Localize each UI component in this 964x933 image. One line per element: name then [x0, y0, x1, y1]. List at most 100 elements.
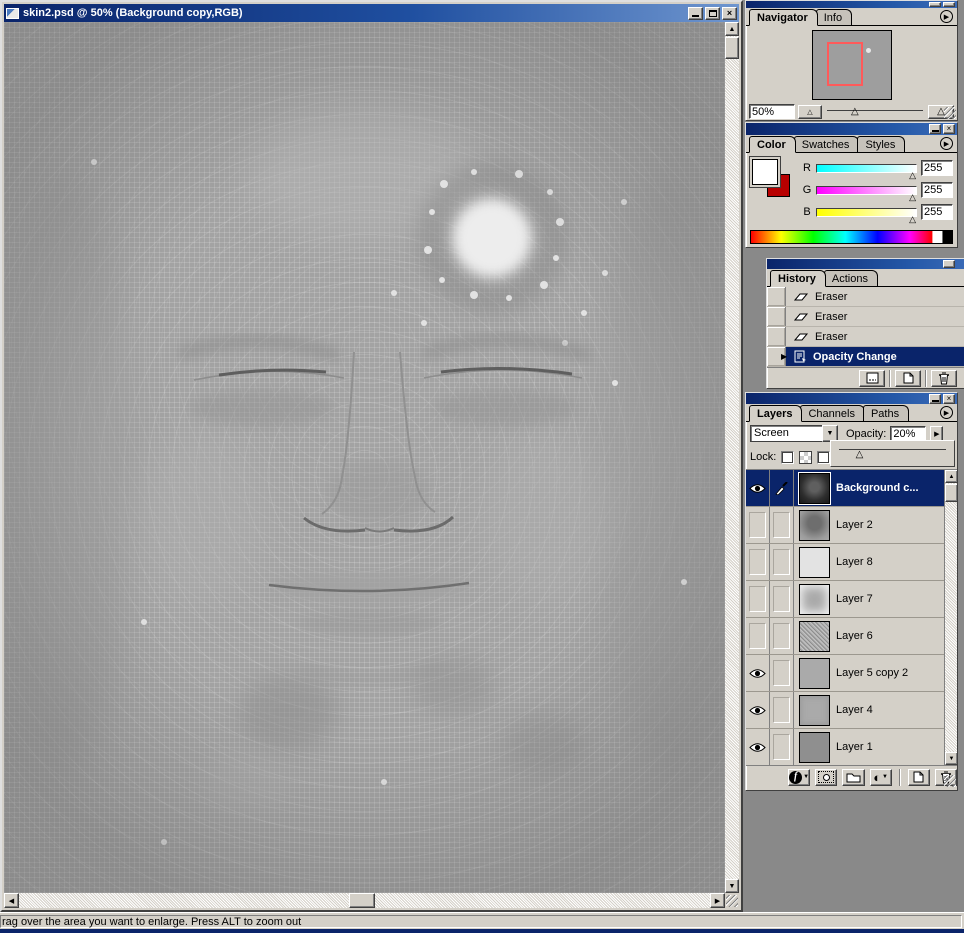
palette-minimize-button[interactable] [929, 394, 941, 404]
visibility-toggle[interactable] [746, 618, 770, 654]
blue-slider-thumb[interactable]: △ [909, 214, 916, 225]
tab-history[interactable]: History [770, 270, 826, 287]
visibility-toggle[interactable] [746, 729, 770, 765]
visibility-toggle[interactable] [746, 581, 770, 617]
palette-close-button[interactable]: × [943, 394, 955, 404]
link-cell[interactable] [770, 618, 794, 654]
adjustment-layer-button[interactable]: ◐▼ [870, 769, 892, 786]
tab-styles[interactable]: Styles [857, 136, 905, 152]
vertical-scroll-thumb[interactable] [725, 37, 739, 59]
green-slider[interactable]: △ [816, 186, 917, 195]
delete-state-button[interactable] [931, 370, 957, 387]
lock-image-checkbox[interactable] [817, 451, 830, 464]
history-state[interactable]: Eraser [767, 327, 964, 347]
layers-scrollbar[interactable]: ▲ ▼ [944, 470, 957, 765]
horizontal-scrollbar[interactable]: ◀ ▶ [4, 893, 725, 908]
link-cell[interactable] [770, 507, 794, 543]
link-cell[interactable] [770, 470, 794, 506]
layers-titlebar[interactable]: × [746, 393, 957, 404]
link-cell[interactable] [770, 544, 794, 580]
link-cell[interactable] [770, 692, 794, 728]
navigator-preview[interactable] [812, 30, 892, 100]
link-cell[interactable] [770, 581, 794, 617]
scroll-left-button[interactable]: ◀ [4, 893, 19, 908]
layer-name[interactable]: Layer 6 [836, 630, 873, 642]
layer-thumbnail[interactable] [799, 584, 830, 615]
horizontal-scroll-thumb[interactable] [349, 893, 375, 908]
scroll-down-button[interactable]: ▼ [945, 752, 957, 765]
new-snapshot-button[interactable] [895, 370, 921, 387]
history-state-selected[interactable]: ▶ Opacity Change [767, 347, 964, 367]
layer-row-layer2[interactable]: Layer 2 [746, 507, 946, 544]
palette-resize-grip[interactable] [944, 107, 956, 119]
red-value-input[interactable] [921, 160, 953, 176]
tab-channels[interactable]: Channels [800, 405, 864, 421]
vertical-scrollbar[interactable]: ▲ ▼ [725, 22, 739, 893]
link-cell[interactable] [770, 655, 794, 691]
scroll-up-button[interactable]: ▲ [945, 470, 957, 483]
tab-layers[interactable]: Layers [749, 405, 802, 422]
layer-row-layer5copy2[interactable]: Layer 5 copy 2 [746, 655, 946, 692]
layer-row-layer7[interactable]: Layer 7 [746, 581, 946, 618]
slider-thumb-icon[interactable]: △ [851, 106, 859, 117]
tab-color[interactable]: Color [749, 136, 796, 153]
history-source-cell[interactable] [767, 287, 786, 306]
history-state[interactable]: Eraser [767, 287, 964, 307]
layer-name[interactable]: Background c... [836, 482, 919, 494]
maximize-button[interactable] [705, 7, 720, 20]
red-slider-thumb[interactable]: △ [909, 170, 916, 181]
opacity-popup-thumb[interactable]: △ [856, 449, 864, 460]
tab-actions[interactable]: Actions [824, 270, 878, 286]
layers-scroll-thumb[interactable] [945, 484, 957, 502]
palette-menu-button[interactable]: ▶ [940, 10, 953, 23]
new-layer-set-button[interactable] [842, 769, 864, 786]
foreground-color-swatch[interactable] [752, 159, 778, 185]
layer-name[interactable]: Layer 8 [836, 556, 873, 568]
new-layer-button[interactable] [908, 769, 930, 786]
tab-paths[interactable]: Paths [863, 405, 909, 421]
palette-close-button[interactable] [943, 2, 955, 7]
opacity-slider-popup[interactable]: △ [830, 440, 955, 467]
history-source-cell[interactable] [767, 307, 786, 326]
document-titlebar[interactable]: skin2.psd @ 50% (Background copy,RGB) × [4, 4, 739, 22]
palette-resize-grip[interactable] [944, 775, 956, 787]
layer-name[interactable]: Layer 2 [836, 519, 873, 531]
history-state[interactable]: Eraser [767, 307, 964, 327]
new-document-from-state-button[interactable] [859, 370, 885, 387]
zoom-level-input[interactable] [749, 104, 795, 119]
visibility-toggle[interactable] [746, 507, 770, 543]
history-titlebar[interactable] [767, 259, 964, 269]
scroll-up-button[interactable]: ▲ [725, 22, 739, 36]
scroll-down-button[interactable]: ▼ [725, 879, 739, 893]
resize-grip[interactable] [726, 895, 738, 907]
layer-row-layer4[interactable]: Layer 4 [746, 692, 946, 729]
layer-thumbnail[interactable] [799, 658, 830, 689]
red-slider[interactable]: △ [816, 164, 917, 173]
visibility-toggle[interactable] [746, 470, 770, 506]
history-source-cell[interactable] [767, 327, 786, 346]
zoom-out-button[interactable]: △ [798, 105, 822, 119]
layer-thumbnail[interactable] [799, 621, 830, 652]
palette-close-button[interactable]: × [943, 124, 955, 134]
window-resize-corner[interactable] [725, 893, 739, 908]
layer-style-button[interactable]: f▼ [788, 769, 810, 786]
blue-value-input[interactable] [921, 204, 953, 220]
scroll-right-button[interactable]: ▶ [710, 893, 725, 908]
color-spectrum-ramp[interactable] [750, 230, 953, 244]
palette-menu-button[interactable]: ▶ [940, 406, 953, 419]
history-state-pointer[interactable]: ▶ [781, 352, 787, 361]
palette-menu-button[interactable]: ▶ [940, 137, 953, 150]
green-value-input[interactable] [921, 182, 953, 198]
visibility-toggle[interactable] [746, 692, 770, 728]
palette-minimize-button[interactable] [929, 2, 941, 7]
visibility-toggle[interactable] [746, 655, 770, 691]
navigator-titlebar[interactable] [746, 1, 957, 8]
lock-transparency-checkbox[interactable] [781, 451, 794, 464]
add-layer-mask-button[interactable] [815, 769, 837, 786]
green-slider-thumb[interactable]: △ [909, 192, 916, 203]
layer-name[interactable]: Layer 4 [836, 704, 873, 716]
layer-thumbnail[interactable] [799, 547, 830, 578]
tab-info[interactable]: Info [816, 9, 852, 25]
palette-minimize-button[interactable] [943, 260, 955, 268]
layer-thumbnail[interactable] [799, 510, 830, 541]
